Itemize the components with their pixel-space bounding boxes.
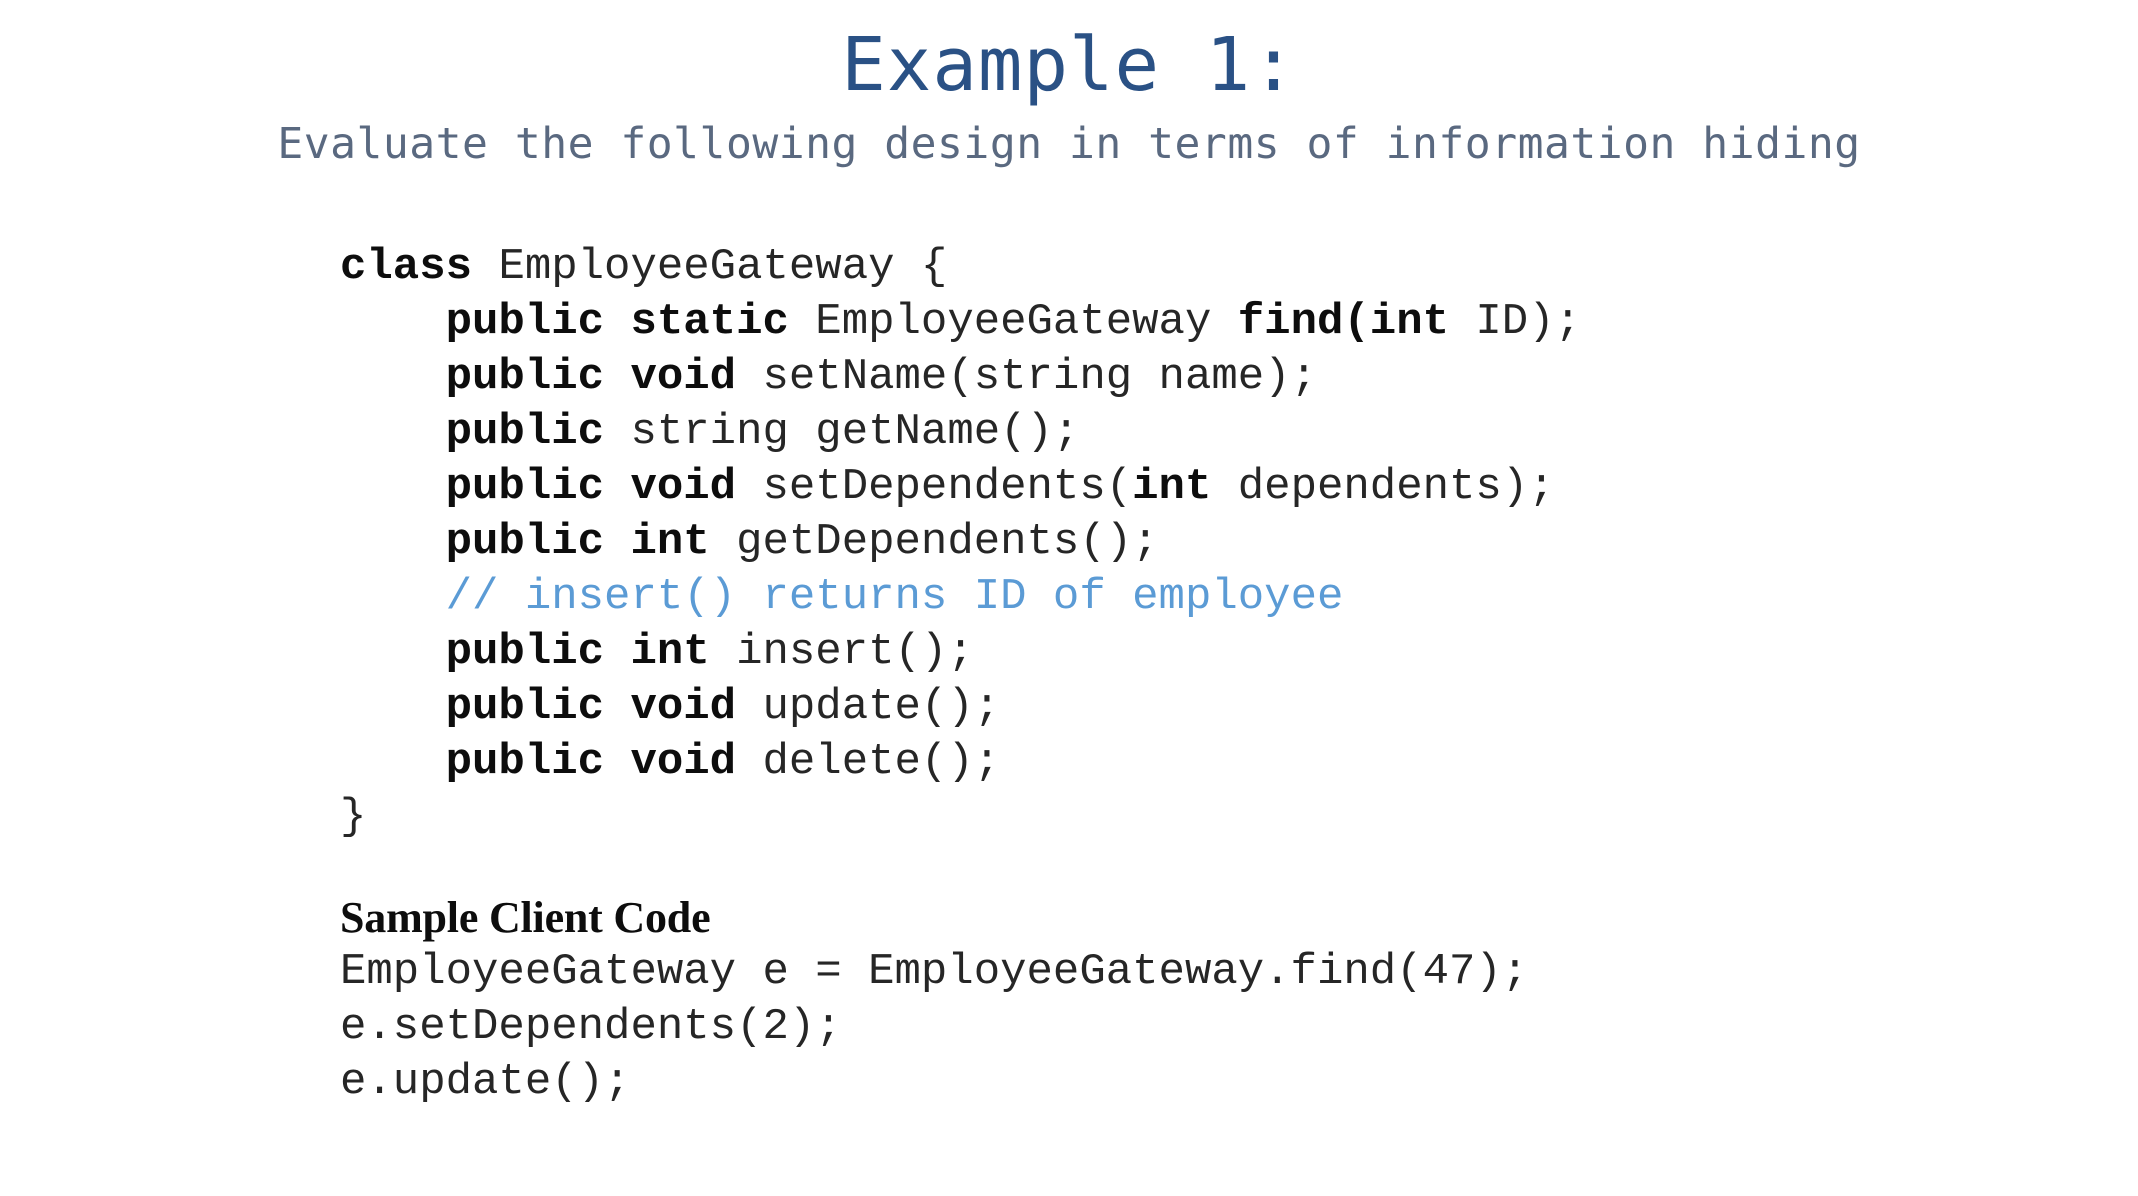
code-text: setName(string name); xyxy=(762,352,1317,402)
code-line: public void setDependents(int dependents… xyxy=(340,460,1581,515)
client-code-line: EmployeeGateway e = EmployeeGateway.find… xyxy=(340,947,1529,997)
code-text: EmployeeGateway xyxy=(815,297,1238,347)
slide-subtitle: Evaluate the following design in terms o… xyxy=(277,119,1861,169)
code-comment: // insert() returns ID of employee xyxy=(445,572,1344,622)
code-line: class EmployeeGateway { xyxy=(340,240,1581,295)
code-line: public void setName(string name); xyxy=(340,350,1581,405)
page-title: Example 1: xyxy=(841,22,1297,108)
code-text: ID); xyxy=(1475,297,1582,347)
code-keyword: find(int xyxy=(1237,297,1476,347)
code-keyword: public void xyxy=(445,737,763,787)
code-line: public string getName(); xyxy=(340,405,1581,460)
code-text: getDependents(); xyxy=(736,517,1159,567)
slide-canvas: Example 1: Evaluate the following design… xyxy=(0,0,2138,1196)
code-line: } xyxy=(340,790,1581,845)
code-text: string getName(); xyxy=(630,407,1080,457)
code-line: public static EmployeeGateway find(int I… xyxy=(340,295,1581,350)
code-keyword: public xyxy=(445,407,631,457)
sample-client-code-heading: Sample Client Code xyxy=(340,893,711,942)
client-code-line: e.setDependents(2); xyxy=(340,1002,842,1052)
code-keyword: public int xyxy=(445,517,737,567)
code-text: setDependents( xyxy=(762,462,1133,512)
client-code-block: EmployeeGateway e = EmployeeGateway.find… xyxy=(340,945,1528,1110)
client-code-line: e.update(); xyxy=(340,1057,631,1107)
code-keyword: class xyxy=(340,242,499,292)
code-text: EmployeeGateway { xyxy=(498,242,948,292)
code-block: class EmployeeGateway { public static Em… xyxy=(340,240,1581,845)
code-keyword: public int xyxy=(445,627,737,677)
code-keyword: int xyxy=(1132,462,1238,512)
code-text: delete(); xyxy=(762,737,1001,787)
code-keyword: public void xyxy=(445,682,763,732)
code-keyword: public void xyxy=(445,352,763,402)
code-text: } xyxy=(340,792,367,842)
code-line: public int insert(); xyxy=(340,625,1581,680)
code-keyword: public void xyxy=(445,462,763,512)
code-line: // insert() returns ID of employee xyxy=(340,570,1581,625)
code-line: public int getDependents(); xyxy=(340,515,1581,570)
code-line: public void delete(); xyxy=(340,735,1581,790)
code-text: update(); xyxy=(762,682,1001,732)
code-line: public void update(); xyxy=(340,680,1581,735)
code-keyword: public static xyxy=(445,297,816,347)
code-text: dependents); xyxy=(1237,462,1555,512)
code-text: insert(); xyxy=(736,627,974,677)
